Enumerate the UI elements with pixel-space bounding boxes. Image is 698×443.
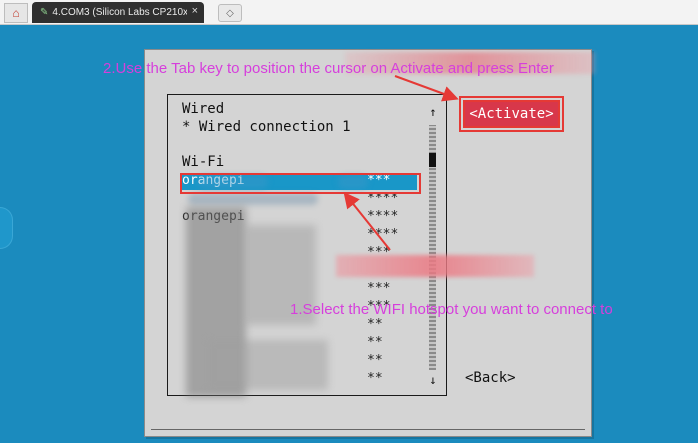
signal-strength: **** (367, 227, 399, 242)
privacy-blur (188, 193, 318, 205)
privacy-blur (336, 255, 534, 277)
new-tab-icon[interactable]: ◇ (218, 4, 242, 22)
tab-title: 4.COM3 (Silicon Labs CP210x U (52, 7, 188, 18)
side-panel-handle[interactable] (0, 207, 13, 249)
scroll-up-icon[interactable]: ↑ (426, 105, 440, 119)
privacy-blur (208, 340, 328, 390)
connection-list[interactable]: Wired * Wired connection 1 Wi-Fi orangep… (167, 94, 447, 397)
home-icon[interactable]: ⌂ (4, 3, 28, 23)
terminal-tabbar: ⌂ ✎ 4.COM3 (Silicon Labs CP210x U × ◇ (0, 0, 698, 25)
list-scrollbar[interactable]: ↑ ↓ (426, 105, 440, 387)
back-button[interactable]: <Back> (465, 370, 516, 386)
signal-strength: ** (367, 353, 383, 368)
signal-strength: ** (367, 317, 383, 332)
annotation-step-1: 1.Select the WIFI hotspot you want to co… (290, 301, 613, 318)
signal-strength: *** (367, 281, 391, 296)
tab-close-icon[interactable]: × (192, 5, 198, 17)
activate-button[interactable]: <Activate> (459, 96, 564, 132)
signal-strength: **** (367, 209, 399, 224)
signal-strength: ** (367, 371, 383, 386)
scroll-thumb[interactable] (429, 153, 436, 167)
wired-connection-item[interactable]: * Wired connection 1 (182, 119, 351, 135)
selection-highlight-box (180, 173, 421, 194)
nmtui-dialog: Wired * Wired connection 1 Wi-Fi orangep… (144, 49, 592, 437)
serial-connection-icon: ✎ (40, 7, 49, 18)
tab-com3[interactable]: ✎ 4.COM3 (Silicon Labs CP210x U × (32, 2, 204, 23)
wired-header: Wired (182, 101, 225, 117)
annotation-step-2: 2.Use the Tab key to position the cursor… (103, 60, 554, 77)
signal-strength: ** (367, 335, 383, 350)
scroll-down-icon[interactable]: ↓ (426, 373, 440, 387)
wifi-header: Wi-Fi (182, 154, 225, 170)
